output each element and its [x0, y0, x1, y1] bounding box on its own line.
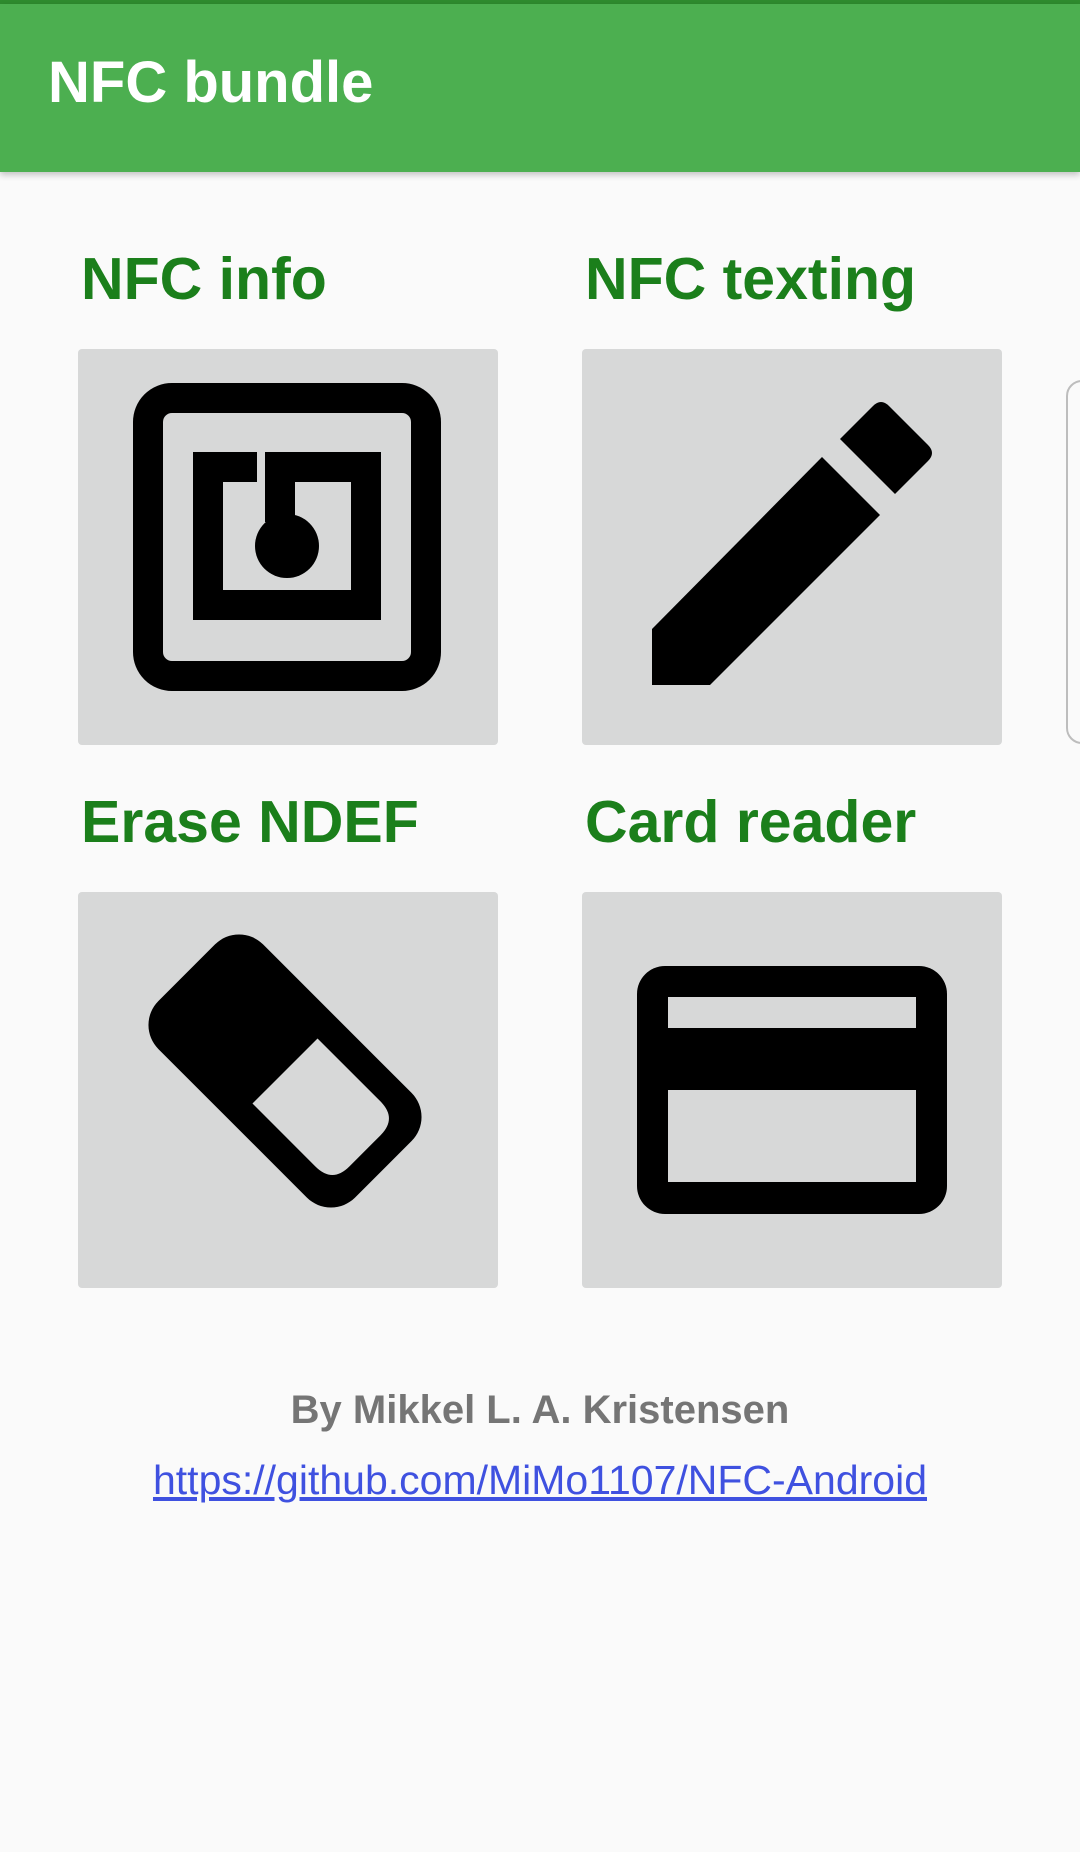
tile-label-nfc-texting: NFC texting — [585, 246, 917, 312]
tile-label-nfc-info: NFC info — [81, 246, 327, 312]
nfc-info-button[interactable] — [78, 349, 498, 745]
eraser-icon — [148, 934, 422, 1208]
pencil-icon — [652, 402, 932, 685]
nfc-texting-button[interactable] — [582, 349, 1002, 745]
tile-label-card-reader: Card reader — [585, 789, 917, 855]
github-link[interactable]: https://github.com/MiMo1107/NFC-Android — [0, 1460, 1080, 1501]
author-credit: By Mikkel L. A. Kristensen — [290, 1388, 790, 1432]
erase-ndef-button[interactable] — [78, 892, 498, 1288]
card-reader-button[interactable] — [582, 892, 1002, 1288]
app-title: NFC bundle — [48, 50, 374, 115]
credit-card-icon — [637, 966, 947, 1214]
app-bar: NFC bundle — [0, 4, 1080, 172]
edge-panel-handle[interactable] — [1066, 380, 1080, 744]
tile-label-erase-ndef: Erase NDEF — [81, 789, 419, 855]
nfc-icon — [133, 383, 441, 691]
